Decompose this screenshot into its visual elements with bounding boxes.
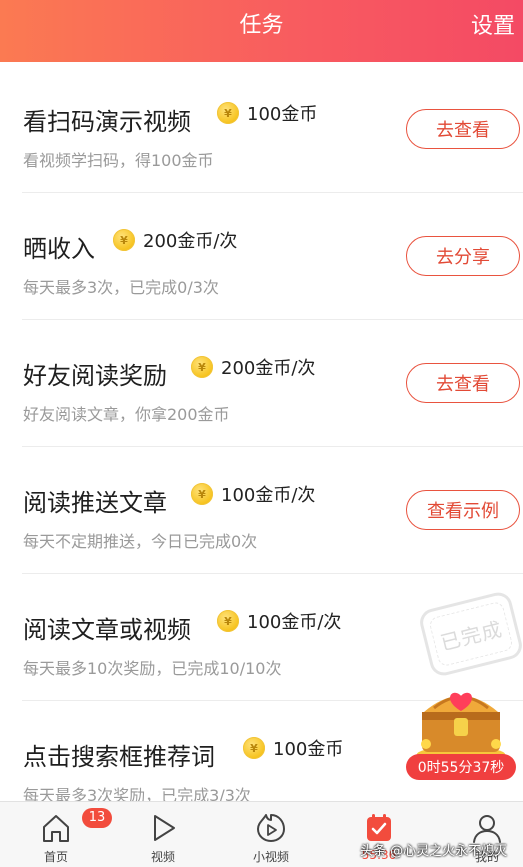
reward-amount: 100金币 [247, 104, 318, 125]
top-bar: 任务 设置 [0, 0, 523, 62]
reward-amount: 100金币/次 [247, 612, 342, 633]
tab-label: 视频 [150, 850, 175, 864]
task-description: 好友阅读文章，你拿200金币 [23, 405, 230, 424]
task-title: 点击搜索框推荐词 [23, 743, 215, 771]
coin-icon: ¥ [217, 102, 239, 124]
task-reward: ¥ 100金币/次 [217, 608, 341, 634]
tab-label: 首页 [43, 850, 68, 864]
task-title: 看扫码演示视频 [23, 108, 191, 136]
tab-video[interactable]: 视频 [123, 802, 203, 867]
coin-icon: ¥ [191, 356, 213, 378]
reward-amount: 200金币/次 [221, 358, 316, 379]
task-reward: ¥ 100金币 [217, 100, 317, 126]
page-title: 任务 [239, 13, 284, 38]
task-row: 阅读推送文章 ¥ 100金币/次 每天不定期推送，今日已完成0次 查看示例 [0, 447, 523, 574]
view-example-button[interactable]: 查看示例 [406, 490, 520, 530]
task-title: 好友阅读奖励 [23, 362, 167, 390]
task-description: 看视频学扫码，得100金币 [23, 151, 214, 170]
task-row: 晒收入 ¥ 200金币/次 每天最多3次，已完成0/3次 去分享 [0, 193, 523, 320]
small-video-icon [257, 814, 285, 842]
task-description: 每天最多10次奖励，已完成10/10次 [23, 659, 282, 678]
task-row: 好友阅读奖励 ¥ 200金币/次 好友阅读文章，你拿200金币 去查看 [0, 320, 523, 447]
reward-amount: 200金币/次 [143, 231, 238, 252]
task-description: 每天不定期推送，今日已完成0次 [23, 532, 258, 551]
play-icon [154, 815, 175, 841]
share-button[interactable]: 去分享 [406, 236, 520, 276]
tab-label: 小视频 [252, 850, 289, 864]
reward-amount: 100金币 [273, 739, 344, 760]
watermark-text: 头条 @心灵之火永不熄灭 [360, 844, 508, 859]
countdown-timer: 0时55分37秒 [406, 754, 516, 780]
task-reward: ¥ 200金币/次 [191, 354, 315, 380]
tab-home[interactable]: 13 首页 [16, 802, 112, 867]
task-title: 阅读文章或视频 [23, 616, 191, 644]
task-reward: ¥ 100金币/次 [191, 481, 315, 507]
coin-icon: ¥ [217, 610, 239, 632]
view-button[interactable]: 去查看 [406, 109, 520, 149]
coin-icon: ¥ [113, 229, 135, 251]
reward-amount: 100金币/次 [221, 485, 316, 506]
treasure-chest-widget[interactable]: 0时55分37秒 [404, 678, 518, 786]
home-icon [43, 815, 69, 842]
coin-icon: ¥ [191, 483, 213, 505]
task-row: 看扫码演示视频 ¥ 100金币 看视频学扫码，得100金币 去查看 [0, 66, 523, 193]
task-reward: ¥ 100金币 [243, 735, 343, 761]
notification-badge: 13 [82, 808, 112, 828]
task-title: 阅读推送文章 [23, 489, 167, 517]
treasure-chest-icon [417, 692, 505, 761]
settings-button[interactable]: 设置 [471, 0, 515, 52]
task-description: 每天最多3次，已完成0/3次 [23, 278, 219, 297]
coin-icon: ¥ [243, 737, 265, 759]
task-title: 晒收入 [23, 235, 95, 263]
tab-small-video[interactable]: 小视频 [231, 802, 311, 867]
view-button[interactable]: 去查看 [406, 363, 520, 403]
task-reward: ¥ 200金币/次 [113, 227, 237, 253]
